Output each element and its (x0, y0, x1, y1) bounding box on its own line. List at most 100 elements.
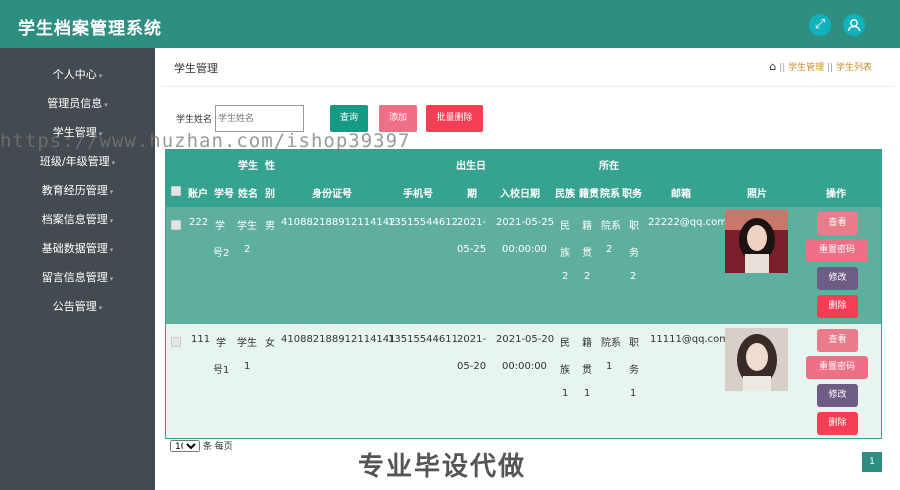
query-button[interactable]: 查询 (330, 105, 368, 132)
header-student-no: 学号 (214, 189, 234, 200)
page-title: 学生管理 (174, 62, 218, 75)
view-button[interactable]: 查看 (817, 212, 858, 235)
cell-nation: 1 (562, 388, 569, 399)
cell-birth: 2021- (457, 334, 487, 345)
delete-button[interactable]: 删除 (817, 412, 858, 435)
search-label: 学生姓名 (176, 115, 213, 125)
cell-enroll-date: 00:00:00 (502, 244, 547, 255)
header-native: 籍贯 (579, 189, 599, 200)
cell-name: 学生 (237, 221, 257, 232)
select-all-checkbox[interactable] (171, 186, 181, 196)
header-dept-top: 所在 (599, 161, 619, 172)
cell-native: 2 (584, 271, 591, 282)
home-icon[interactable]: ⌂ (769, 60, 776, 73)
cell-native: 籍 (582, 221, 592, 232)
reset-password-button[interactable]: 重置密码 (806, 356, 868, 379)
cell-native: 贯 (582, 248, 592, 259)
cell-name: 1 (244, 361, 251, 372)
sidebar-item-education[interactable]: 教育经历管理 ▾ (0, 179, 155, 203)
cell-dept: 院系 (601, 221, 621, 232)
breadcrumb-item-student-mgmt[interactable]: 学生管理 (788, 63, 824, 73)
header-nation: 民族 (555, 189, 575, 200)
cell-birth: 05-25 (457, 244, 487, 255)
header-gender-top: 性 (265, 161, 275, 172)
header-email: 邮箱 (671, 189, 691, 200)
sidebar-item-admin-info[interactable]: 管理员信息 ▾ (0, 92, 155, 116)
cell-birth: 05-20 (457, 361, 487, 372)
reset-password-button[interactable]: 重置密码 (806, 239, 868, 262)
sidebar-item-class-grade[interactable]: 班级/年级管理 ▾ (0, 150, 155, 174)
expand-icon[interactable]: ⤢ (809, 14, 831, 36)
header-phone: 手机号 (403, 189, 433, 200)
header-gender: 别 (265, 189, 275, 200)
cell-student-no: 学 (216, 338, 226, 349)
breadcrumb-separator: || (827, 63, 834, 73)
header-birth: 期 (467, 189, 477, 200)
sidebar-item-label: 个人中心 (52, 68, 97, 81)
cell-position: 职 (629, 221, 639, 232)
header-name: 姓名 (238, 189, 258, 200)
cell-position: 2 (630, 271, 637, 282)
student-photo (725, 328, 788, 391)
sidebar: 个人中心 ▾ 管理员信息 ▾ 学生管理 ▾ 班级/年级管理 ▾ 教育经历管理 ▾ 档案信息… (0, 48, 155, 490)
caret-down-icon: ▾ (109, 275, 114, 283)
table-header: 账户 学号 学生 姓名 性 别 身份证号 手机号 出生日 期 入校日期 民族 籍… (166, 150, 881, 207)
cell-position: 务 (629, 248, 639, 259)
student-name-input[interactable] (215, 105, 304, 132)
cell-dept: 院系 (601, 338, 621, 349)
page-size-select[interactable]: 10 (170, 440, 200, 452)
cell-enroll-date: 2021-05-25 (496, 217, 555, 228)
cell-birth: 2021- (457, 217, 487, 228)
cell-gender: 男 (265, 221, 275, 232)
breadcrumb-item-student-list: 学生列表 (835, 63, 872, 73)
sidebar-item-notices[interactable]: 公告管理 ▾ (0, 295, 155, 319)
cell-nation: 民 (560, 221, 570, 232)
sidebar-item-archive[interactable]: 档案信息管理 ▾ (0, 208, 155, 232)
caret-down-icon: ▾ (111, 159, 116, 167)
row-checkbox[interactable] (171, 220, 181, 230)
sidebar-item-messages[interactable]: 留言信息管理 ▾ (0, 266, 155, 290)
per-page-label: 条 每页 (202, 442, 233, 452)
sidebar-item-personal-center[interactable]: 个人中心 ▾ (0, 63, 155, 87)
delete-button[interactable]: 删除 (817, 295, 858, 318)
cell-nation: 族 (560, 248, 570, 259)
cell-nation: 2 (562, 271, 569, 282)
edit-button[interactable]: 修改 (817, 267, 858, 290)
cell-id-card: 410882188912114142 (281, 217, 396, 228)
cell-nation: 民 (560, 338, 570, 349)
student-table: 账户 学号 学生 姓名 性 别 身份证号 手机号 出生日 期 入校日期 民族 籍… (165, 149, 882, 439)
cell-position: 职 (629, 338, 639, 349)
cell-student-no: 号2 (213, 248, 230, 259)
row-checkbox[interactable] (171, 337, 181, 347)
caret-down-icon: ▾ (104, 101, 108, 109)
sidebar-item-label: 档案信息管理 (41, 213, 108, 226)
pagination-size: 10 条 每页 (170, 439, 233, 452)
add-button[interactable]: 添加 (379, 105, 417, 132)
cell-native: 籍 (582, 338, 592, 349)
cell-account: 111 (191, 334, 211, 345)
sidebar-item-label: 教育经历管理 (41, 184, 108, 197)
user-icon[interactable] (843, 14, 865, 36)
header-student-no-top: 学生 (238, 161, 258, 172)
batch-delete-button[interactable]: 批量删除 (426, 105, 483, 132)
cell-name: 学生 (237, 338, 257, 349)
page-button-current[interactable]: 1 (862, 452, 882, 472)
cell-email: 22222@qq.com (648, 217, 728, 228)
breadcrumb-separator: || (779, 63, 786, 73)
header-birth-top: 出生日 (456, 161, 486, 172)
cell-account: 222 (189, 217, 209, 228)
sidebar-item-label: 留言信息管理 (41, 271, 108, 284)
cell-dept: 2 (606, 244, 613, 255)
edit-button[interactable]: 修改 (817, 384, 858, 407)
view-button[interactable]: 查看 (817, 329, 858, 352)
caret-down-icon: ▾ (109, 246, 114, 254)
header-account: 账户 (188, 189, 208, 200)
breadcrumb: ⌂ || 学生管理 || 学生列表 (769, 60, 872, 73)
cell-student-no: 学 (215, 221, 225, 232)
header-action: 操作 (826, 189, 846, 200)
cell-id-card: 410882188912114141 (281, 334, 396, 345)
sidebar-item-basic-data[interactable]: 基础数据管理 ▾ (0, 237, 155, 261)
cell-native: 贯 (582, 365, 592, 376)
cell-gender: 女 (265, 338, 275, 349)
cell-name: 2 (244, 244, 251, 255)
